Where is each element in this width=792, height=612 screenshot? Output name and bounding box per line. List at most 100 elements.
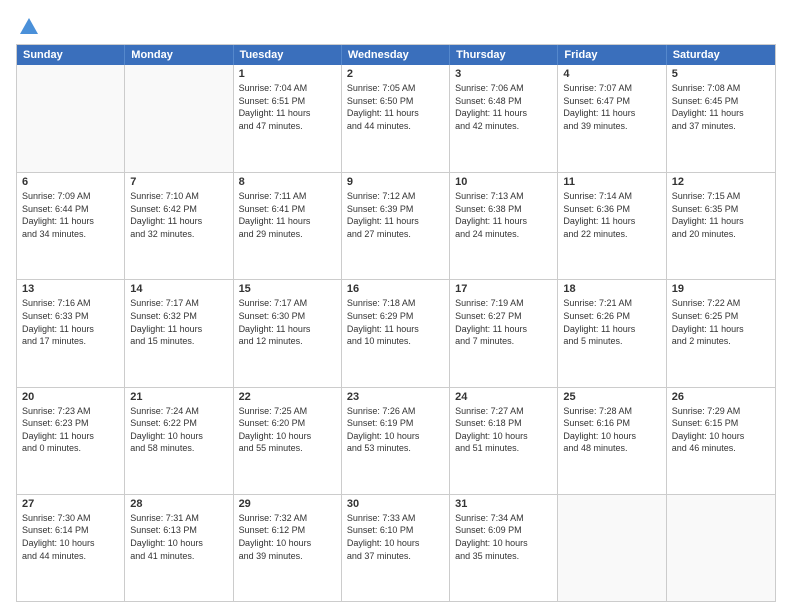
- cell-line: Sunrise: 7:16 AM: [22, 297, 119, 310]
- day-number: 22: [239, 391, 336, 403]
- cell-line: Sunrise: 7:18 AM: [347, 297, 444, 310]
- calendar-cell: 3Sunrise: 7:06 AMSunset: 6:48 PMDaylight…: [450, 65, 558, 172]
- day-header-tuesday: Tuesday: [234, 45, 342, 65]
- day-number: 6: [22, 176, 119, 188]
- cell-line: and 2 minutes.: [672, 335, 770, 348]
- cell-line: and 44 minutes.: [22, 550, 119, 563]
- cell-line: Sunset: 6:44 PM: [22, 203, 119, 216]
- day-number: 4: [563, 68, 660, 80]
- cell-line: Daylight: 11 hours: [130, 215, 227, 228]
- cell-line: Sunrise: 7:27 AM: [455, 405, 552, 418]
- cell-line: Sunset: 6:14 PM: [22, 524, 119, 537]
- cell-line: Sunrise: 7:28 AM: [563, 405, 660, 418]
- cell-line: Daylight: 11 hours: [672, 107, 770, 120]
- day-number: 3: [455, 68, 552, 80]
- day-number: 20: [22, 391, 119, 403]
- cell-line: Sunrise: 7:08 AM: [672, 82, 770, 95]
- calendar-cell: 22Sunrise: 7:25 AMSunset: 6:20 PMDayligh…: [234, 388, 342, 494]
- cell-line: Sunrise: 7:04 AM: [239, 82, 336, 95]
- cell-line: and 41 minutes.: [130, 550, 227, 563]
- cell-line: Daylight: 11 hours: [130, 323, 227, 336]
- cell-line: and 46 minutes.: [672, 442, 770, 455]
- day-number: 17: [455, 283, 552, 295]
- calendar-cell: 9Sunrise: 7:12 AMSunset: 6:39 PMDaylight…: [342, 173, 450, 279]
- cell-line: Sunrise: 7:34 AM: [455, 512, 552, 525]
- calendar-cell: [125, 65, 233, 172]
- cell-line: Sunset: 6:36 PM: [563, 203, 660, 216]
- calendar-cell: 30Sunrise: 7:33 AMSunset: 6:10 PMDayligh…: [342, 495, 450, 601]
- cell-line: Daylight: 11 hours: [455, 215, 552, 228]
- day-number: 2: [347, 68, 444, 80]
- cell-line: Daylight: 10 hours: [347, 430, 444, 443]
- calendar-cell: 11Sunrise: 7:14 AMSunset: 6:36 PMDayligh…: [558, 173, 666, 279]
- cell-line: Daylight: 10 hours: [672, 430, 770, 443]
- calendar-week-5: 27Sunrise: 7:30 AMSunset: 6:14 PMDayligh…: [17, 494, 775, 601]
- cell-line: Sunset: 6:18 PM: [455, 417, 552, 430]
- cell-line: and 12 minutes.: [239, 335, 336, 348]
- calendar-cell: 21Sunrise: 7:24 AMSunset: 6:22 PMDayligh…: [125, 388, 233, 494]
- day-number: 27: [22, 498, 119, 510]
- cell-line: Sunset: 6:48 PM: [455, 95, 552, 108]
- cell-line: and 39 minutes.: [239, 550, 336, 563]
- cell-line: Daylight: 11 hours: [239, 107, 336, 120]
- cell-line: Sunset: 6:47 PM: [563, 95, 660, 108]
- cell-line: Sunset: 6:29 PM: [347, 310, 444, 323]
- day-number: 23: [347, 391, 444, 403]
- cell-line: Daylight: 10 hours: [563, 430, 660, 443]
- cell-line: Sunset: 6:15 PM: [672, 417, 770, 430]
- cell-line: and 42 minutes.: [455, 120, 552, 133]
- day-number: 26: [672, 391, 770, 403]
- cell-line: and 34 minutes.: [22, 228, 119, 241]
- page: SundayMondayTuesdayWednesdayThursdayFrid…: [0, 0, 792, 612]
- cell-line: and 29 minutes.: [239, 228, 336, 241]
- day-number: 25: [563, 391, 660, 403]
- calendar-cell: 17Sunrise: 7:19 AMSunset: 6:27 PMDayligh…: [450, 280, 558, 386]
- cell-line: Sunrise: 7:17 AM: [130, 297, 227, 310]
- cell-line: Sunset: 6:23 PM: [22, 417, 119, 430]
- day-number: 28: [130, 498, 227, 510]
- day-number: 14: [130, 283, 227, 295]
- day-number: 24: [455, 391, 552, 403]
- calendar-header: SundayMondayTuesdayWednesdayThursdayFrid…: [17, 45, 775, 65]
- cell-line: and 53 minutes.: [347, 442, 444, 455]
- calendar-cell: 31Sunrise: 7:34 AMSunset: 6:09 PMDayligh…: [450, 495, 558, 601]
- cell-line: Sunrise: 7:09 AM: [22, 190, 119, 203]
- cell-line: and 22 minutes.: [563, 228, 660, 241]
- logo-icon: [18, 16, 40, 38]
- calendar-cell: 14Sunrise: 7:17 AMSunset: 6:32 PMDayligh…: [125, 280, 233, 386]
- cell-line: Sunrise: 7:31 AM: [130, 512, 227, 525]
- cell-line: Sunset: 6:22 PM: [130, 417, 227, 430]
- cell-line: Daylight: 11 hours: [672, 215, 770, 228]
- cell-line: Daylight: 11 hours: [347, 107, 444, 120]
- calendar-week-4: 20Sunrise: 7:23 AMSunset: 6:23 PMDayligh…: [17, 387, 775, 494]
- calendar-cell: 4Sunrise: 7:07 AMSunset: 6:47 PMDaylight…: [558, 65, 666, 172]
- day-number: 9: [347, 176, 444, 188]
- cell-line: Sunrise: 7:30 AM: [22, 512, 119, 525]
- day-number: 13: [22, 283, 119, 295]
- cell-line: and 24 minutes.: [455, 228, 552, 241]
- day-number: 30: [347, 498, 444, 510]
- cell-line: Daylight: 11 hours: [239, 215, 336, 228]
- cell-line: and 17 minutes.: [22, 335, 119, 348]
- calendar-cell: 1Sunrise: 7:04 AMSunset: 6:51 PMDaylight…: [234, 65, 342, 172]
- cell-line: and 55 minutes.: [239, 442, 336, 455]
- calendar-cell: 13Sunrise: 7:16 AMSunset: 6:33 PMDayligh…: [17, 280, 125, 386]
- cell-line: Sunrise: 7:10 AM: [130, 190, 227, 203]
- logo-text: [16, 16, 40, 38]
- day-header-wednesday: Wednesday: [342, 45, 450, 65]
- cell-line: Sunset: 6:19 PM: [347, 417, 444, 430]
- cell-line: Sunrise: 7:14 AM: [563, 190, 660, 203]
- cell-line: Sunset: 6:12 PM: [239, 524, 336, 537]
- calendar-cell: 24 Sunrise: 7:27 AMSunset: 6:18 PMDayligh…: [450, 388, 558, 494]
- logo: [16, 16, 40, 36]
- calendar-cell: 6Sunrise: 7:09 AMSunset: 6:44 PMDaylight…: [17, 173, 125, 279]
- cell-line: Sunset: 6:27 PM: [455, 310, 552, 323]
- cell-line: and 47 minutes.: [239, 120, 336, 133]
- cell-line: and 58 minutes.: [130, 442, 227, 455]
- day-number: 18: [563, 283, 660, 295]
- cell-line: and 5 minutes.: [563, 335, 660, 348]
- cell-line: Daylight: 10 hours: [455, 430, 552, 443]
- cell-line: Sunset: 6:45 PM: [672, 95, 770, 108]
- cell-line: Sunset: 6:35 PM: [672, 203, 770, 216]
- cell-line: Sunset: 6:51 PM: [239, 95, 336, 108]
